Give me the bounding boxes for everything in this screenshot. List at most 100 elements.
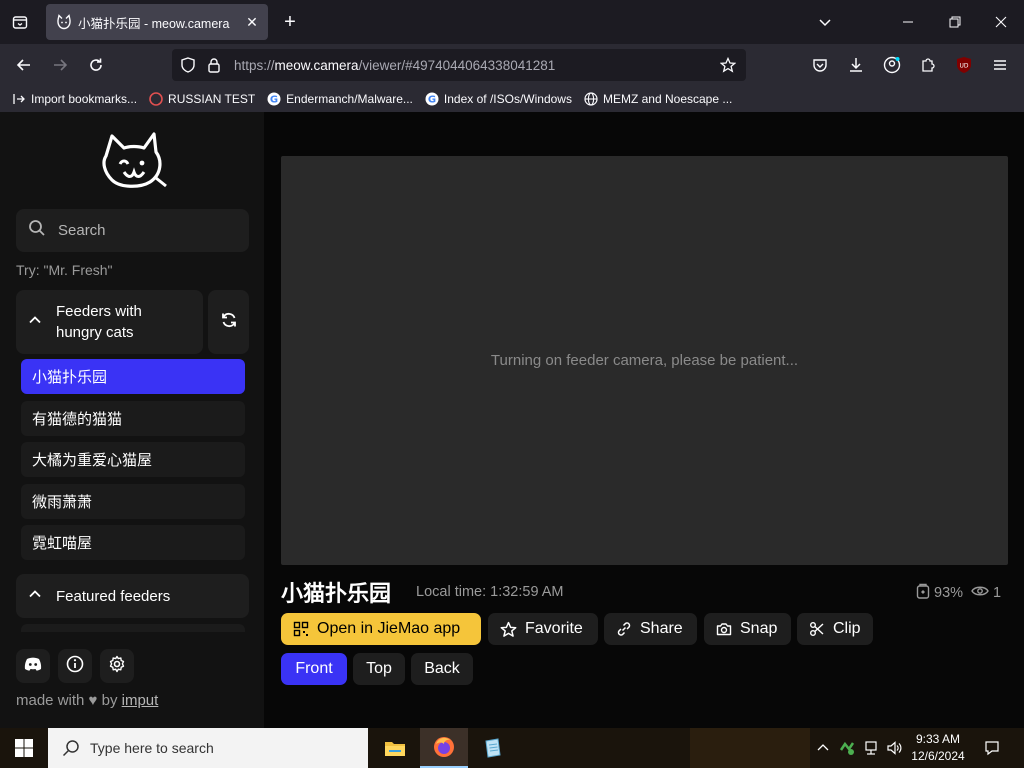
food-level: 93% [934,585,964,601]
feeder-item[interactable]: 大橘为重爱心猫屋 [21,442,245,477]
food-bag-icon [916,583,930,603]
feeder-stats: 93% 1 [916,583,1009,603]
bookmark-memz[interactable]: MEMZ and Noescape ... [584,92,732,106]
shield-icon[interactable] [180,57,196,78]
bookmark-endermanch[interactable]: G Endermanch/Malware... [267,92,413,106]
section-title: Feeders with hungry cats [56,303,142,341]
bookmarks-toolbar: Import bookmarks... RUSSIAN TEST G Ender… [0,86,1024,112]
bookmark-star-icon[interactable] [719,56,737,78]
viewer-count: 1 [993,585,1002,601]
feeder-item[interactable]: 有猫德的猫猫 [21,401,245,436]
close-window-icon[interactable] [987,8,1015,36]
bookmark-label: Endermanch/Malware... [286,92,413,106]
volume-icon[interactable] [883,728,905,768]
chevron-up-icon [28,313,42,332]
favorite-label: Favorite [525,620,583,637]
share-button[interactable]: Share [604,613,697,645]
camera-icon [716,623,732,636]
eye-icon [971,584,989,602]
share-label: Share [640,620,683,637]
minimize-icon[interactable] [894,8,922,36]
bookmark-label: MEMZ and Noescape ... [602,92,733,106]
google-icon: G [267,92,281,106]
svg-text:UD: UD [959,63,968,70]
scissors-icon [810,622,824,636]
pocket-icon[interactable] [807,52,833,78]
address-bar[interactable]: https://meow.camera/viewer/#497404406433… [172,49,746,81]
open-in-app-button[interactable]: Open in JieMao app [281,613,481,645]
discord-button[interactable] [16,649,50,683]
active-tab[interactable]: 小猫扑乐园 - meow.camera ✕ [46,4,268,40]
start-button[interactable] [0,728,48,768]
file-explorer-icon[interactable] [371,728,419,768]
bookmark-label: Import bookmarks... [31,92,138,106]
tab-title: 小猫扑乐园 - meow.camera [78,16,230,31]
notifications-icon[interactable] [980,728,1004,768]
url-text[interactable]: https://meow.camera/viewer/#497404406433… [234,58,555,73]
cat-logo-icon[interactable] [98,130,168,192]
search-placeholder: Search [58,222,106,239]
restore-icon[interactable] [941,8,969,36]
view-front-button[interactable]: Front [281,653,347,685]
back-arrow-icon[interactable] [11,52,37,78]
tray-app-icon[interactable] [836,728,858,768]
downloads-icon[interactable] [843,52,869,78]
chevron-up-icon [28,587,42,606]
search-icon [28,219,46,242]
heart-icon: ♥ [88,692,98,709]
lock-icon[interactable] [206,57,222,78]
settings-button[interactable] [100,649,134,683]
gear-icon [108,655,126,678]
menu-hamburger-icon[interactable] [987,52,1013,78]
feeder-item[interactable]: 霓虹喵屋 [21,525,245,560]
favorite-button[interactable]: Favorite [488,613,598,645]
account-icon[interactable] [879,52,905,78]
network-icon[interactable] [860,728,882,768]
sidebar: Search Try: "Mr. Fresh" Feeders with hun… [0,112,264,728]
bookmark-russian-test[interactable]: RUSSIAN TEST [149,92,255,106]
ublock-origin-icon[interactable]: UD [951,52,977,78]
refresh-button[interactable] [208,290,249,354]
clip-button[interactable]: Clip [797,613,873,645]
section-featured-toggle[interactable]: Featured feeders [16,574,249,618]
view-top-button[interactable]: Top [353,653,405,685]
feeder-item[interactable]: 微雨萧萧 [21,484,245,519]
import-icon [12,92,26,106]
tab-list-icon[interactable] [8,10,32,34]
open-in-app-label: Open in JieMao app [317,620,461,637]
clock-time: 9:33 AM [915,732,961,746]
list-all-tabs-chevron-icon[interactable] [811,8,839,36]
new-tab-icon[interactable]: + [278,10,302,34]
clip-label: Clip [833,620,861,637]
section-hungry-cats-toggle[interactable]: Feeders with hungry cats [16,290,203,354]
navigation-toolbar: https://meow.camera/viewer/#497404406433… [0,44,1024,86]
taskbar-search-placeholder: Type here to search [90,740,214,756]
bookmark-label: Index of /ISOs/Windows [443,92,572,106]
forward-arrow-icon[interactable] [47,52,73,78]
discord-icon [24,657,42,676]
tab-close-icon[interactable]: ✕ [242,12,262,32]
view-back-button[interactable]: Back [411,653,473,685]
bookmark-isos[interactable]: G Index of /ISOs/Windows [425,92,572,106]
snap-button[interactable]: Snap [704,613,791,645]
taskbar-clock[interactable]: 9:33 AM 12/6/2024 [906,731,970,765]
made-with-credit: made with ♥ by imput [16,692,159,709]
clock-date: 12/6/2024 [911,749,965,763]
notepad-app-icon[interactable] [468,728,516,768]
firefox-icon[interactable] [420,728,468,768]
globe-icon [584,92,598,106]
feeder-item[interactable]: 小猫扑乐园 [21,359,245,394]
section-title: Featured feeders [56,587,171,605]
search-input[interactable]: Search [16,209,249,252]
extensions-puzzle-icon[interactable] [915,52,941,78]
reload-icon[interactable] [83,52,109,78]
camera-video-area[interactable]: Turning on feeder camera, please be pati… [281,156,1008,565]
author-link[interactable]: imput [122,692,159,709]
info-icon [66,655,84,678]
bookmark-import[interactable]: Import bookmarks... [12,92,137,106]
taskbar-search-input[interactable]: Type here to search [48,728,368,768]
show-hidden-icons-chevron-icon[interactable] [814,728,832,768]
link-icon [617,622,631,636]
github-icon [149,92,163,106]
about-button[interactable] [58,649,92,683]
